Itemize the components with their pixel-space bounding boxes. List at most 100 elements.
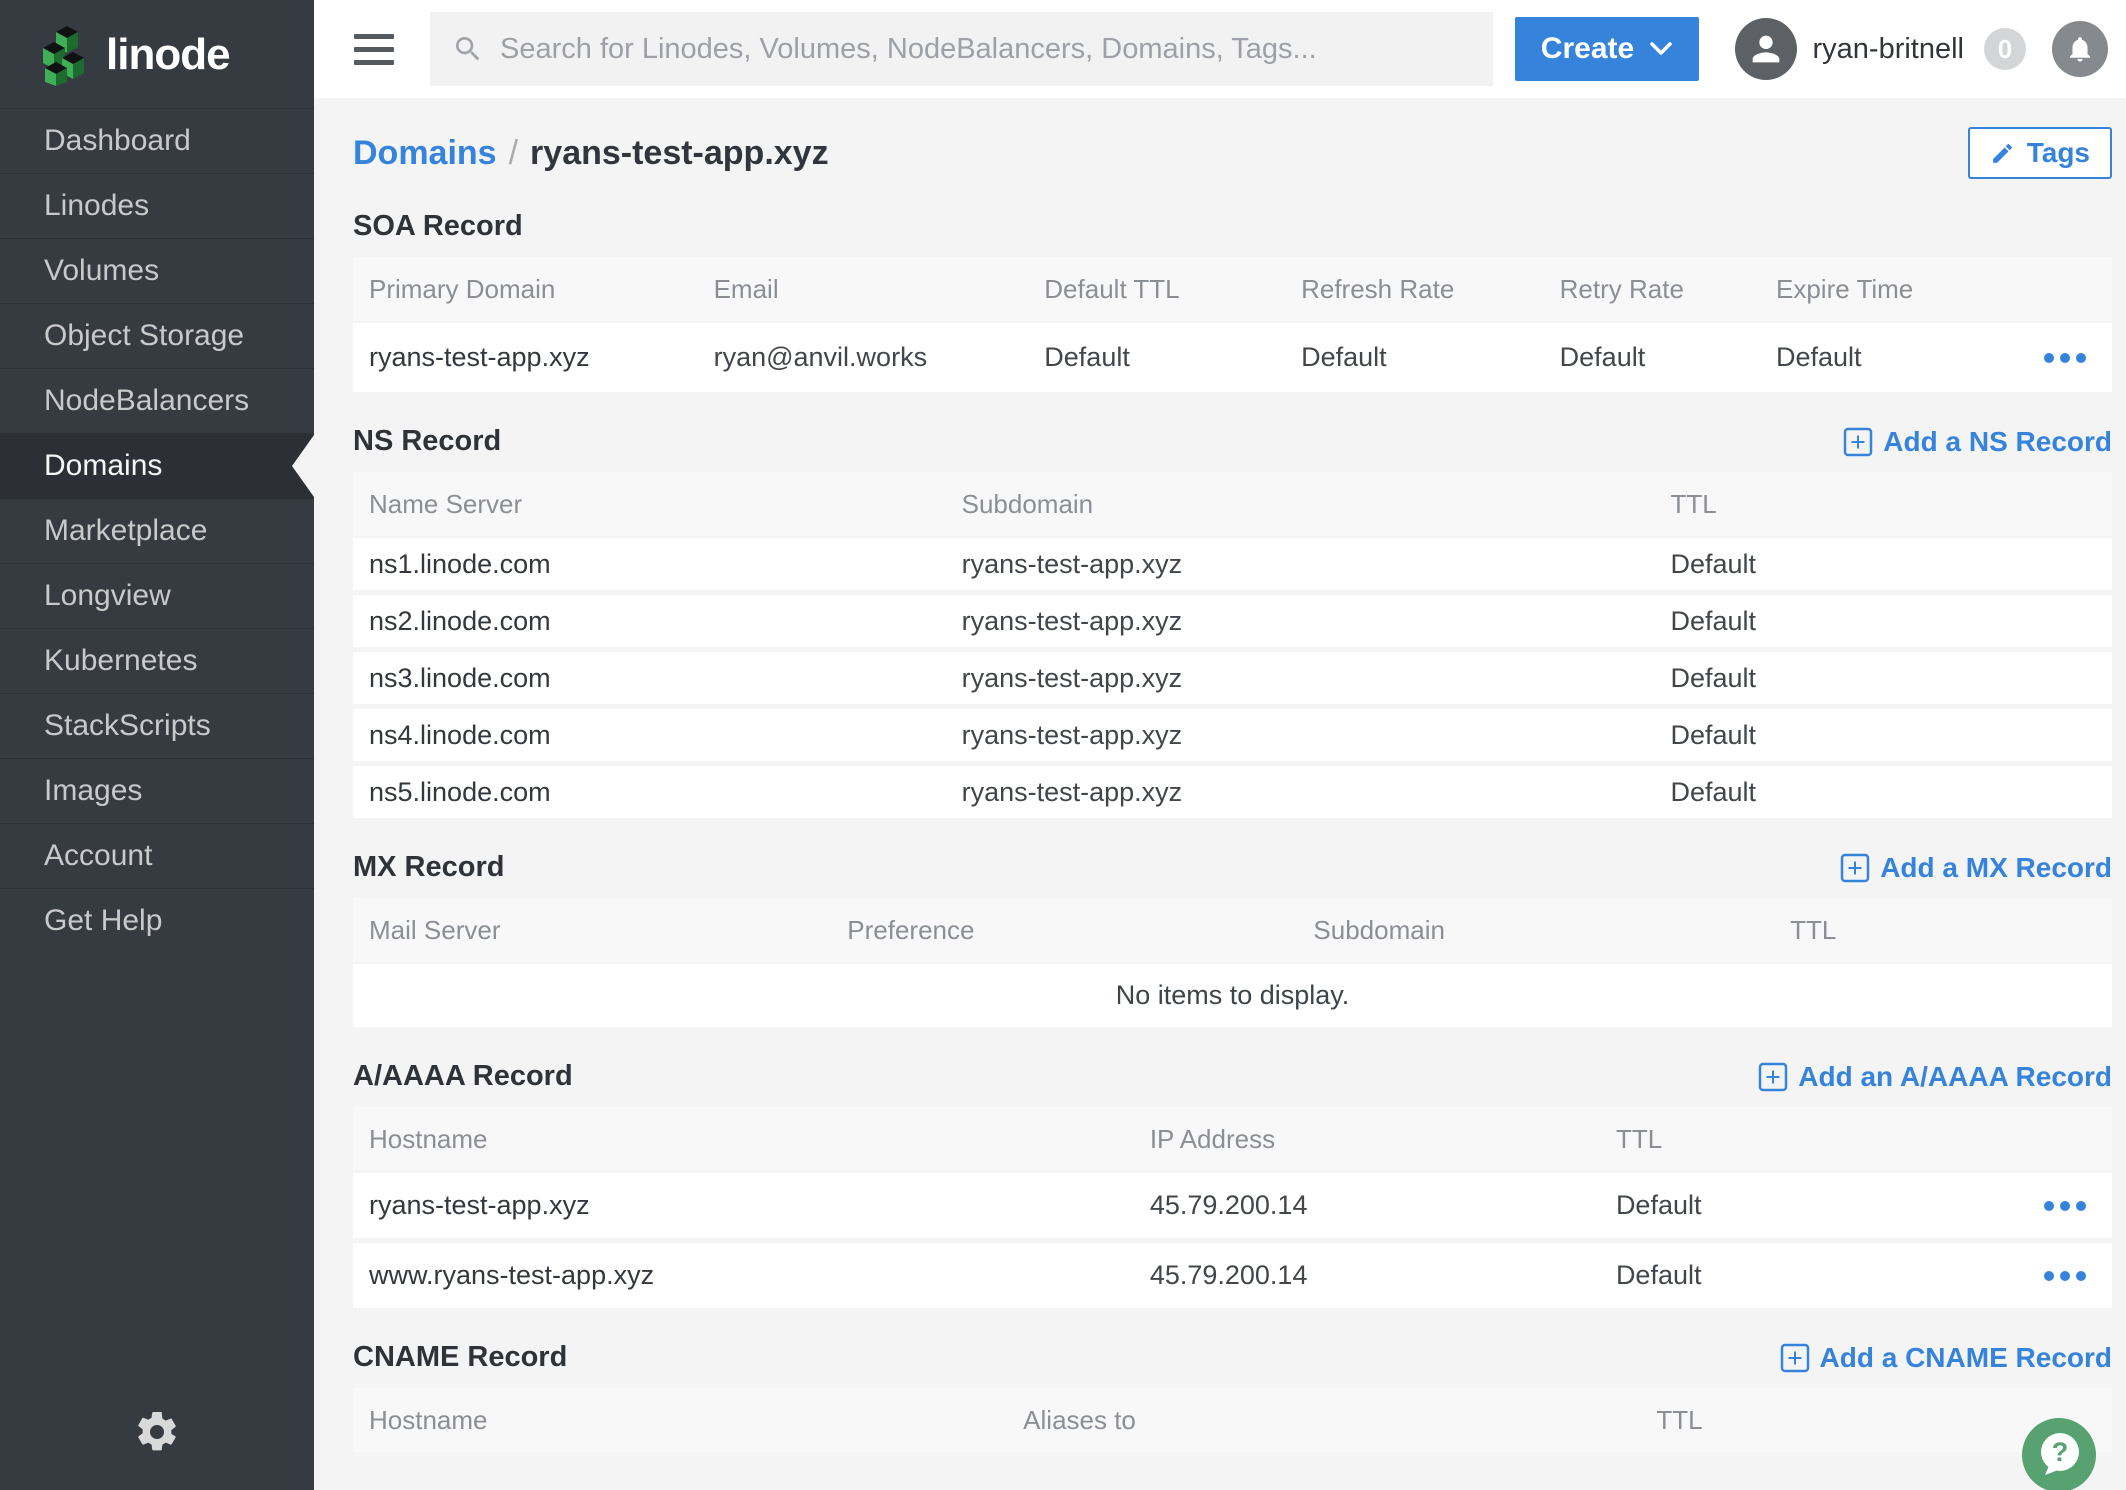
search-input[interactable] [500,33,1471,66]
table-cell: Default [1776,342,1969,373]
sidebar-item-kubernetes[interactable]: Kubernetes [0,628,314,693]
column-header: IP Address [1150,1124,1616,1155]
sidebar-nav: Dashboard LinodesVolumes Object Storage Nod… [0,108,314,953]
global-search [430,12,1493,86]
table-cell: Default [1670,549,2112,580]
column-header: Default TTL [1044,274,1301,305]
settings-gear-icon[interactable] [133,1408,181,1456]
column-header: Preference [847,915,1313,946]
sidebar-item-label: Dashboard [44,124,191,158]
soa-record-section: SOA Record Primary DomainEmailDefault TTL… [353,210,2112,397]
main-content: Domains / ryans-test-app.xyz Tags SOA Re… [314,98,2126,1490]
sidebar-item-images[interactable]: Images [0,758,314,823]
section-title: CNAME Record [353,1341,567,1374]
sidebar-item-get-help[interactable]: Get Help [0,888,314,953]
column-header: TTL [1616,1124,1968,1155]
page-title: ryans-test-app.xyz [530,134,829,173]
person-icon [1746,29,1786,69]
help-button[interactable]: ? [2022,1418,2096,1490]
row-actions-button[interactable] [2044,1271,2112,1281]
table-header: HostnameIP AddressTTL [353,1107,2112,1171]
chevron-down-icon [1650,42,1672,56]
sidebar-item-label: Images [44,774,142,808]
section-head: CNAME Record Add a CNAME Record [353,1341,2112,1374]
column-header: Retry Rate [1560,274,1776,305]
table-cell: ryans-test-app.xyz [962,777,1671,808]
hamburger-menu-icon[interactable] [354,34,394,65]
plus-square-icon [1840,853,1870,883]
sidebar-item-label: Domains [44,449,162,483]
table-cell: ns3.linode.com [353,663,962,694]
section-head: MX RecordAdd a MX Record [353,851,2112,884]
table-cell: Default [1616,1260,1968,1291]
sidebar-item-label: Object Storage [44,319,244,353]
ns-record-section: NS Record Add a NS Record Name ServerSubdo… [353,425,2112,823]
sidebar-item-volumes[interactable]: Volumes [0,238,314,303]
section-head: NS Record Add a NS Record [353,425,2112,458]
sidebar-item-dashboard[interactable]: Dashboard [0,108,314,173]
sidebar-item-label: Account [44,839,152,873]
bell-icon [2065,34,2095,64]
section-title: SOA Record [353,210,523,243]
table-cell: ns4.linode.com [353,720,962,751]
row-actions-button[interactable] [2044,1201,2112,1211]
sidebar-item-label: Longview [44,579,171,613]
help-bubble-icon: ? [2022,1418,2096,1490]
username-label[interactable]: ryan-britnell [1813,33,1965,66]
sidebar-item-longview[interactable]: Longview [0,563,314,628]
notifications-button[interactable] [2052,21,2108,77]
pencil-icon [1990,141,2015,166]
sidebar-item-nodebalancers[interactable]: NodeBalancers [0,368,314,433]
sidebar-item-marketplace[interactable]: Marketplace [0,498,314,563]
table-row: ryans-test-app.xyz45.79.200.14Default [353,1173,2112,1243]
table-cell: ryan@anvil.works [714,342,1045,373]
sidebar-item-label: Kubernetes [44,644,197,678]
table-cell: ns2.linode.com [353,606,962,637]
create-button-label: Create [1541,32,1634,66]
table-header: Name ServerSubdomainTTL [353,472,2112,536]
sidebar-item-linodes[interactable]: Linodes [0,173,314,238]
table-row: ns4.linode.comryans-test-app.xyzDefault [353,709,2112,766]
add-a-record-button[interactable]: Add an A/AAAA Record [1758,1061,2112,1093]
add-ns-record-button[interactable]: Add a NS Record [1843,426,2112,458]
add-cname-record-button[interactable]: Add a CNAME Record [1780,1342,2112,1374]
table-cell: Default [1301,342,1560,373]
column-header: Hostname [353,1405,1023,1436]
table-header: Primary DomainEmailDefault TTLRefresh Ra… [353,257,2112,321]
cname-record-section: CNAME RecordAdd a CNAME RecordHostnameAl… [353,1341,2112,1452]
record-sections: SOA Record Primary DomainEmailDefault TTL… [353,210,2112,1452]
row-actions-button[interactable] [2044,353,2112,363]
add-record-label: Add an A/AAAA Record [1798,1061,2112,1093]
sidebar-item-label: StackScripts [44,709,211,743]
table-cell: Default [1044,342,1301,373]
section-title: NS Record [353,425,501,458]
breadcrumb: Domains / ryans-test-app.xyz [353,134,829,173]
table-row: ns3.linode.comryans-test-app.xyzDefault [353,652,2112,709]
breadcrumb-domains-link[interactable]: Domains [353,134,497,173]
tags-button[interactable]: Tags [1968,127,2112,179]
plus-square-icon [1843,427,1873,457]
create-button[interactable]: Create [1515,17,1699,81]
table-row: ryans-test-app.xyzryan@anvil.worksDefaul… [353,323,2112,397]
table-cell: 45.79.200.14 [1150,1260,1616,1291]
sidebar-item-label: NodeBalancers [44,384,249,418]
add-mx-record-button[interactable]: Add a MX Record [1840,852,2112,884]
svg-text:?: ? [2052,1437,2069,1467]
column-header: Hostname [353,1124,1150,1155]
tags-button-label: Tags [2027,137,2090,169]
sidebar-item-domains[interactable]: Domains [0,433,314,498]
notification-count-badge[interactable]: 0 [1984,28,2026,70]
empty-table-message: No items to display. [353,964,2112,1032]
sidebar-item-stackscripts[interactable]: StackScripts [0,693,314,758]
topbar: Create ryan-britnell 0 [314,0,2126,98]
section-head: A/AAAA RecordAdd an A/AAAA Record [353,1060,2112,1093]
table-row: ns5.linode.comryans-test-app.xyzDefault [353,766,2112,823]
sidebar-item-object-storage[interactable]: Object Storage [0,303,314,368]
table-cell: ryans-test-app.xyz [962,663,1671,694]
sidebar-item-account[interactable]: Account [0,823,314,888]
table-cell: Default [1670,777,2112,808]
user-avatar[interactable] [1735,18,1797,80]
column-header: Refresh Rate [1301,274,1560,305]
linode-logo[interactable]: linode [0,0,314,108]
search-icon [452,33,484,65]
